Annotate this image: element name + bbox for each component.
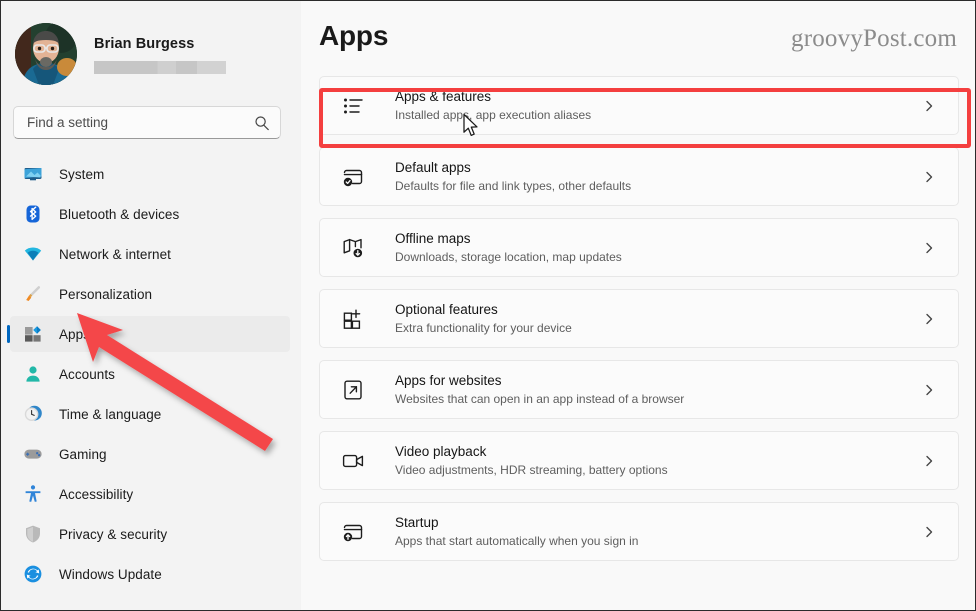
- paintbrush-icon: [23, 284, 43, 304]
- settings-card-offline-maps[interactable]: Offline maps Downloads, storage location…: [319, 218, 959, 277]
- grid-plus-icon: [341, 307, 365, 331]
- avatar: [15, 23, 77, 85]
- sidebar-item-gaming[interactable]: Gaming: [10, 436, 290, 472]
- settings-card-startup[interactable]: Startup Apps that start automatically wh…: [319, 502, 959, 561]
- search-box[interactable]: [13, 106, 281, 139]
- card-subtitle: Video adjustments, HDR streaming, batter…: [395, 462, 668, 477]
- default-apps-checkmark-icon: [341, 165, 365, 189]
- settings-card-default-apps[interactable]: Default apps Defaults for file and link …: [319, 147, 959, 206]
- card-title: Video playback: [395, 443, 487, 459]
- card-title: Startup: [395, 514, 439, 530]
- settings-card-optional-features[interactable]: Optional features Extra functionality fo…: [319, 289, 959, 348]
- video-camera-icon: [341, 449, 365, 473]
- accessibility-icon: [23, 484, 43, 504]
- person-icon: [23, 364, 43, 384]
- page-title: Apps: [319, 20, 389, 51]
- list-bullets-icon: [341, 94, 365, 118]
- chevron-right-icon: [922, 241, 936, 255]
- card-subtitle: Websites that can open in an app instead…: [395, 391, 685, 406]
- card-title: Default apps: [395, 159, 471, 175]
- update-icon: [23, 564, 43, 584]
- sidebar-item-label: Accessibility: [59, 486, 134, 502]
- card-text: Optional features Extra functionality fo…: [395, 302, 922, 336]
- chevron-right-icon: [922, 99, 936, 113]
- card-subtitle: Apps that start automatically when you s…: [395, 533, 639, 548]
- settings-window: Brian Burgess Find a setting System Blue…: [0, 0, 976, 611]
- card-text: Apps & features Installed apps, app exec…: [395, 89, 922, 123]
- settings-card-apps-for-websites[interactable]: Apps for websites Websites that can open…: [319, 360, 959, 419]
- page-header: Apps groovyPost.com: [319, 1, 959, 69]
- sidebar-item-label: Windows Update: [59, 566, 162, 582]
- profile-text: Brian Burgess: [94, 34, 226, 75]
- sidebar-item-personalization[interactable]: Personalization: [10, 276, 290, 312]
- bluetooth-icon: [23, 204, 43, 224]
- sidebar-nav: System Bluetooth & devices Network & int…: [1, 156, 301, 592]
- wifi-icon: [23, 244, 43, 264]
- card-text: Startup Apps that start automatically wh…: [395, 515, 922, 549]
- monitor-icon: [23, 164, 43, 184]
- card-text: Apps for websites Websites that can open…: [395, 373, 922, 407]
- settings-card-video-playback[interactable]: Video playback Video adjustments, HDR st…: [319, 431, 959, 490]
- card-subtitle: Extra functionality for your device: [395, 320, 572, 335]
- sidebar: Brian Burgess Find a setting System Blue…: [1, 1, 301, 610]
- sidebar-item-label: Gaming: [59, 446, 107, 462]
- user-profile[interactable]: Brian Burgess: [1, 15, 301, 87]
- settings-card-apps-features[interactable]: Apps & features Installed apps, app exec…: [319, 76, 959, 135]
- map-download-icon: [341, 236, 365, 260]
- external-link-icon: [341, 378, 365, 402]
- card-title: Optional features: [395, 301, 498, 317]
- sidebar-item-label: Apps: [59, 326, 90, 342]
- profile-email-redacted: [94, 61, 226, 75]
- card-text: Default apps Defaults for file and link …: [395, 160, 922, 194]
- apps-icon: [23, 324, 43, 344]
- sidebar-item-time-language[interactable]: Time & language: [10, 396, 290, 432]
- sidebar-item-label: Bluetooth & devices: [59, 206, 180, 222]
- settings-card-list: Apps & features Installed apps, app exec…: [319, 69, 959, 561]
- gamepad-icon: [23, 444, 43, 464]
- sidebar-item-label: Time & language: [59, 406, 162, 422]
- card-title: Apps & features: [395, 88, 492, 104]
- sidebar-item-system[interactable]: System: [10, 156, 290, 192]
- sidebar-item-bluetooth-devices[interactable]: Bluetooth & devices: [10, 196, 290, 232]
- shield-icon: [23, 524, 43, 544]
- chevron-right-icon: [922, 383, 936, 397]
- sidebar-item-label: System: [59, 166, 105, 182]
- card-subtitle: Installed apps, app execution aliases: [395, 107, 592, 122]
- sidebar-item-accounts[interactable]: Accounts: [10, 356, 290, 392]
- sidebar-item-accessibility[interactable]: Accessibility: [10, 476, 290, 512]
- card-text: Video playback Video adjustments, HDR st…: [395, 444, 922, 478]
- chevron-right-icon: [922, 454, 936, 468]
- sidebar-item-apps[interactable]: Apps: [7, 316, 290, 352]
- sidebar-item-label: Personalization: [59, 286, 153, 302]
- site-watermark: groovyPost.com: [791, 25, 957, 52]
- search-input[interactable]: [27, 115, 254, 130]
- card-title: Apps for websites: [395, 372, 502, 388]
- card-text: Offline maps Downloads, storage location…: [395, 231, 922, 265]
- clock-icon: [23, 404, 43, 424]
- search-icon: [254, 115, 270, 131]
- sidebar-item-label: Network & internet: [59, 246, 171, 262]
- chevron-right-icon: [922, 525, 936, 539]
- sidebar-item-network-internet[interactable]: Network & internet: [10, 236, 290, 272]
- sidebar-item-privacy-security[interactable]: Privacy & security: [10, 516, 290, 552]
- card-subtitle: Defaults for file and link types, other …: [395, 178, 632, 193]
- sidebar-item-windows-update[interactable]: Windows Update: [10, 556, 290, 592]
- sidebar-item-label: Privacy & security: [59, 526, 168, 542]
- profile-name: Brian Burgess: [94, 35, 195, 52]
- card-title: Offline maps: [395, 230, 471, 246]
- main-content: Apps groovyPost.com Apps & features Inst…: [301, 1, 975, 610]
- chevron-right-icon: [922, 170, 936, 184]
- chevron-right-icon: [922, 312, 936, 326]
- startup-arrow-icon: [341, 520, 365, 544]
- card-subtitle: Downloads, storage location, map updates: [395, 249, 622, 264]
- sidebar-item-label: Accounts: [59, 366, 115, 382]
